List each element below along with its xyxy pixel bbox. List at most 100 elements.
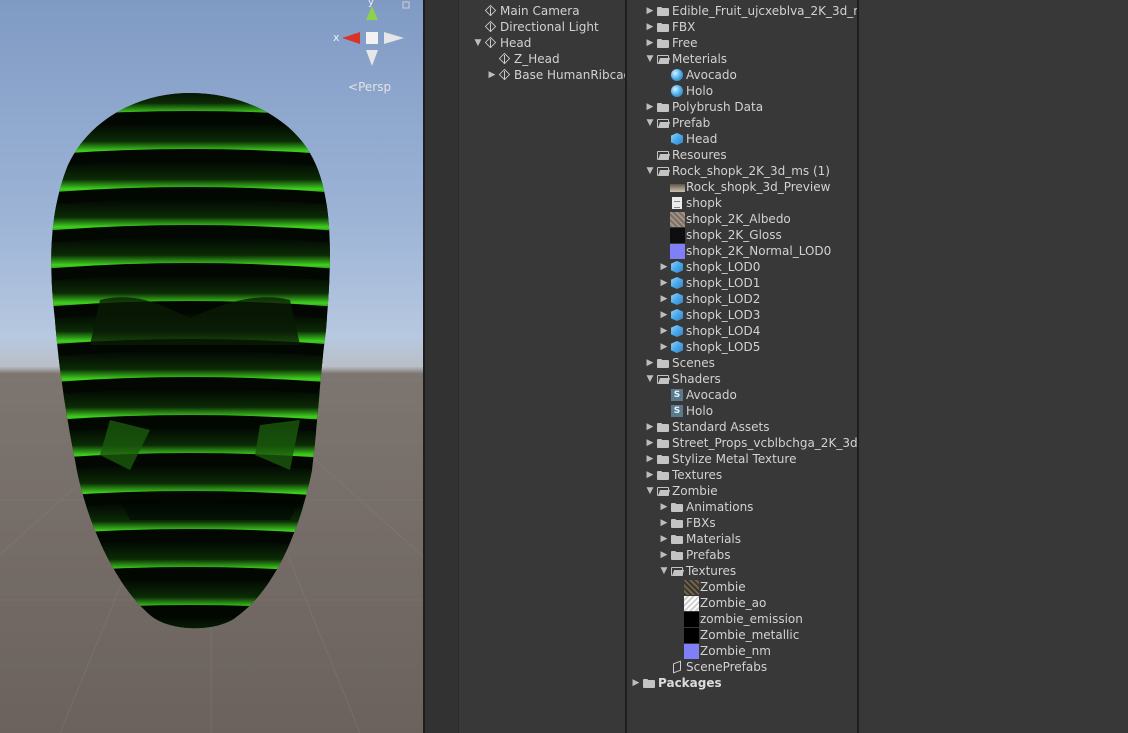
collapse-arrow-icon[interactable]: ▶ bbox=[644, 419, 656, 435]
tree-row[interactable]: Avocado bbox=[658, 67, 737, 83]
tree-row[interactable]: ▶ Stylize Metal Texture bbox=[644, 451, 797, 467]
tree-row[interactable]: ▶ FBXs bbox=[658, 515, 716, 531]
expand-arrow-icon[interactable]: ▼ bbox=[472, 35, 484, 51]
collapse-arrow-icon[interactable]: ▶ bbox=[658, 323, 670, 339]
tree-row[interactable]: ▶ Street_Props_vcblbchga_2K_3d_ bbox=[644, 435, 857, 451]
hierarchy-panel[interactable]: Main Camera Directional Light ▼ Head Z_Head ▶… bbox=[425, 0, 625, 733]
tree-row[interactable]: ▶ Animations bbox=[658, 499, 754, 515]
tree-row[interactable]: ▶ shopk_LOD3 bbox=[658, 307, 761, 323]
tree-row[interactable]: Avocado bbox=[658, 387, 737, 403]
tree-row[interactable]: ▶ Textures bbox=[644, 467, 723, 483]
tree-row[interactable]: zombie_emission bbox=[672, 611, 803, 627]
collapse-arrow-icon[interactable]: ▶ bbox=[658, 531, 670, 547]
collapse-arrow-icon[interactable]: ▶ bbox=[644, 435, 656, 451]
tree-row[interactable]: Resoures bbox=[644, 147, 727, 163]
gizmo-center-cube bbox=[366, 32, 378, 44]
collapse-arrow-icon[interactable]: ▶ bbox=[658, 307, 670, 323]
tree-item-label: shopk_2K_Normal_LOD0 bbox=[686, 244, 832, 258]
tree-row[interactable]: ▼ Shaders bbox=[644, 371, 721, 387]
project-panel[interactable]: ▼Assets▶Edible_Fruit_ujcxeblva_2K_3d_ms▶… bbox=[627, 0, 857, 733]
tree-row[interactable]: ▶ Prefabs bbox=[658, 547, 731, 563]
orientation-gizmo[interactable] bbox=[342, 1, 410, 66]
tree-row[interactable]: ScenePrefabs bbox=[658, 659, 767, 675]
tree-row[interactable]: shopk_2K_Gloss bbox=[658, 227, 782, 243]
tree-item-label: Zombie_metallic bbox=[700, 628, 800, 642]
collapse-arrow-icon[interactable]: ▶ bbox=[644, 3, 656, 19]
expand-arrow-icon[interactable]: ▼ bbox=[658, 563, 670, 579]
collapse-arrow-icon[interactable]: ▶ bbox=[658, 515, 670, 531]
scene-canvas[interactable]: x y bbox=[0, 0, 423, 733]
expand-arrow-icon[interactable]: ▼ bbox=[630, 0, 642, 3]
tree-row[interactable]: ▶ Free bbox=[644, 35, 698, 51]
collapse-arrow-icon[interactable]: ▶ bbox=[644, 19, 656, 35]
tree-row[interactable]: ▶ shopk_LOD1 bbox=[658, 275, 761, 291]
collapse-arrow-icon[interactable]: ▶ bbox=[644, 99, 656, 115]
collapse-arrow-icon[interactable]: ▶ bbox=[644, 451, 656, 467]
projection-toggle[interactable]: <Persp bbox=[348, 80, 391, 94]
collapse-arrow-icon[interactable]: ▶ bbox=[630, 675, 642, 691]
hierarchy-gutter bbox=[425, 0, 459, 733]
tree-item-label: Animations bbox=[686, 500, 754, 514]
tree-item-label: FBX bbox=[672, 20, 696, 34]
tree-row[interactable]: ▶ Polybrush Data bbox=[644, 99, 764, 115]
expand-arrow-icon[interactable]: ▼ bbox=[644, 483, 656, 499]
tree-item-label: Holo bbox=[686, 84, 714, 98]
texture-albedo-icon bbox=[670, 212, 685, 227]
tree-row[interactable]: ▶ shopk_LOD4 bbox=[658, 323, 761, 339]
tree-row[interactable]: ▶ Scenes bbox=[644, 355, 715, 371]
tree-row[interactable]: Zombie_nm bbox=[672, 643, 771, 659]
head-model[interactable] bbox=[30, 80, 350, 650]
tree-item-label: shopk_LOD0 bbox=[686, 260, 761, 274]
expand-arrow-icon[interactable]: ▼ bbox=[644, 51, 656, 67]
collapse-arrow-icon[interactable]: ▶ bbox=[658, 275, 670, 291]
tree-row[interactable]: Zombie_ao bbox=[672, 595, 766, 611]
tree-row[interactable]: ▶ FBX bbox=[644, 19, 696, 35]
tree-row[interactable]: Directional Light bbox=[472, 19, 599, 35]
collapse-arrow-icon[interactable]: ▶ bbox=[658, 499, 670, 515]
tree-row[interactable]: ▼ Meterials bbox=[644, 51, 728, 67]
tree-row[interactable]: Zombie_metallic bbox=[672, 627, 799, 643]
collapse-arrow-icon[interactable]: ▶ bbox=[644, 355, 656, 371]
expand-arrow-icon[interactable]: ▼ bbox=[644, 163, 656, 179]
tree-row[interactable]: Main Camera bbox=[472, 3, 580, 19]
tree-row[interactable]: shopk bbox=[658, 195, 722, 211]
tree-row[interactable]: Zombie bbox=[672, 579, 746, 595]
scene-view[interactable]: x y <Persp bbox=[0, 0, 423, 733]
tree-row[interactable]: ▶ shopk_LOD2 bbox=[658, 291, 761, 307]
lock-icon bbox=[402, 1, 410, 9]
tree-row[interactable]: Rock_shopk_3d_Preview bbox=[658, 179, 830, 195]
tree-item-label: Avocado bbox=[686, 68, 737, 82]
tree-row[interactable]: ▼ Prefab bbox=[644, 115, 711, 131]
tree-row[interactable]: ▼ Zombie bbox=[644, 483, 718, 499]
tree-item-label: Head bbox=[500, 36, 532, 50]
tree-row[interactable]: ▼ Head bbox=[472, 35, 532, 51]
collapse-arrow-icon[interactable]: ▶ bbox=[644, 35, 656, 51]
tree-row[interactable]: Holo bbox=[658, 83, 713, 99]
tree-row[interactable]: ▼ Rock_shopk_2K_3d_ms (1) bbox=[644, 163, 830, 179]
tree-row[interactable]: Head bbox=[658, 131, 717, 147]
collapse-arrow-icon[interactable]: ▶ bbox=[658, 339, 670, 355]
collapse-arrow-icon[interactable]: ▶ bbox=[658, 547, 670, 563]
tree-row[interactable]: ▶ Materials bbox=[658, 531, 741, 547]
tree-row[interactable]: ▶ Base HumanRibcag bbox=[486, 67, 625, 83]
tree-row[interactable]: ▶ Packages bbox=[630, 675, 722, 691]
tree-row[interactable]: ▶ Standard Assets bbox=[644, 419, 770, 435]
tree-row[interactable]: ▶ Edible_Fruit_ujcxeblva_2K_3d_ms bbox=[644, 3, 857, 19]
expand-arrow-icon[interactable]: ▼ bbox=[644, 115, 656, 131]
tree-row[interactable]: ▶ shopk_LOD5 bbox=[658, 339, 761, 355]
folder-open-icon bbox=[656, 372, 670, 386]
tree-row[interactable]: shopk_2K_Normal_LOD0 bbox=[658, 243, 831, 259]
collapse-arrow-icon[interactable]: ▶ bbox=[644, 467, 656, 483]
tree-row[interactable]: Holo bbox=[658, 403, 713, 419]
expand-arrow-icon[interactable]: ▼ bbox=[644, 371, 656, 387]
texture-zombie-icon bbox=[684, 580, 699, 595]
tree-row[interactable]: shopk_2K_Albedo bbox=[658, 211, 791, 227]
collapse-arrow-icon[interactable]: ▶ bbox=[486, 67, 498, 83]
tree-row[interactable]: ▼ Textures bbox=[658, 563, 737, 579]
collapse-arrow-icon[interactable]: ▶ bbox=[658, 291, 670, 307]
tree-item-label: Zombie_ao bbox=[700, 596, 767, 610]
tree-row[interactable]: Z_Head bbox=[486, 51, 560, 67]
tree-row[interactable]: ▶ shopk_LOD0 bbox=[658, 259, 761, 275]
collapse-arrow-icon[interactable]: ▶ bbox=[658, 259, 670, 275]
gameobject-icon bbox=[498, 52, 512, 66]
